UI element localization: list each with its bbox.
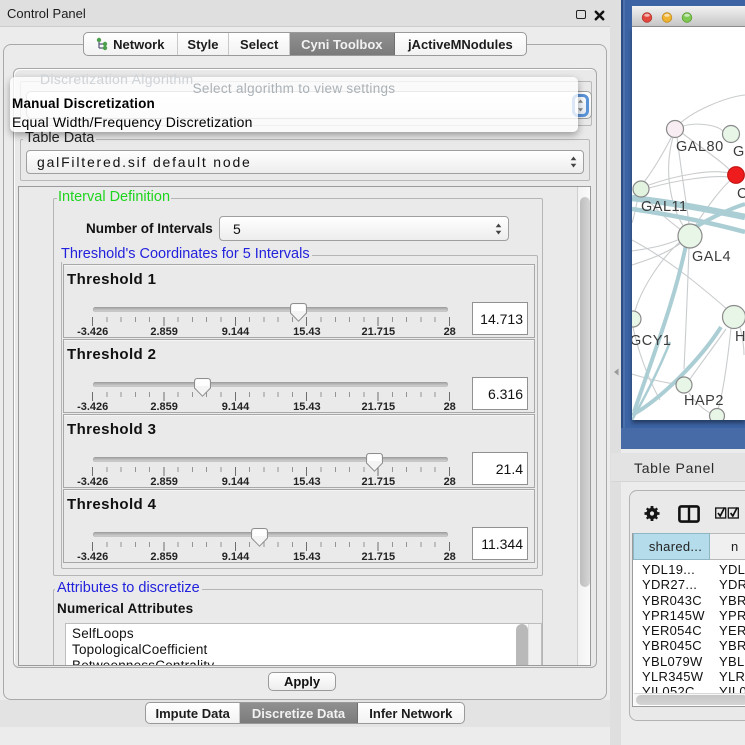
svg-text:H: H <box>735 329 745 345</box>
svg-text:G.: G. <box>733 144 745 160</box>
svg-text:C: C <box>737 186 745 202</box>
svg-text:GCY1: GCY1 <box>632 333 672 349</box>
svg-text:GAL11: GAL11 <box>641 199 688 215</box>
svg-text:HAP2: HAP2 <box>684 393 724 409</box>
svg-text:GAL80: GAL80 <box>676 139 724 155</box>
svg-text:GAL4: GAL4 <box>692 249 731 265</box>
